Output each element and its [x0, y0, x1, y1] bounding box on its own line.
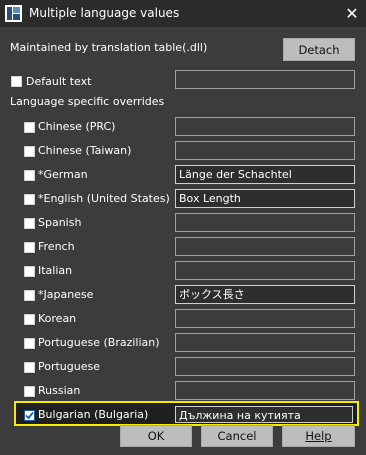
overrides-heading: Language specific overrides	[10, 95, 165, 108]
language-checkbox[interactable]	[24, 290, 35, 301]
language-value-field[interactable]	[175, 237, 355, 256]
language-label: *English (United States)	[38, 192, 170, 205]
language-label: Russian	[38, 384, 81, 397]
cancel-button[interactable]: Cancel	[201, 425, 273, 447]
language-label: Korean	[38, 312, 77, 325]
language-value-field[interactable]: Box Length	[175, 189, 355, 208]
language-value-field[interactable]: ボックス長さ	[175, 285, 355, 304]
language-value-field[interactable]	[175, 141, 355, 160]
language-checkbox[interactable]	[24, 386, 35, 397]
help-button[interactable]: Help	[282, 425, 355, 447]
language-checkbox[interactable]	[24, 266, 35, 277]
maintained-label: Maintained by translation table(.dll)	[10, 41, 208, 54]
language-value-field[interactable]: Дължина на кутията	[175, 406, 353, 423]
language-value-field[interactable]	[175, 213, 355, 232]
language-checkbox[interactable]	[24, 146, 35, 157]
language-label: *German	[38, 168, 88, 181]
language-value-field[interactable]	[175, 333, 355, 352]
language-label: Italian	[38, 264, 73, 277]
language-label: Chinese (PRC)	[38, 120, 116, 133]
language-checkbox[interactable]	[24, 218, 35, 229]
language-label: Chinese (Taiwan)	[38, 144, 132, 157]
language-label: Bulgarian (Bulgaria)	[38, 408, 149, 421]
language-value-field[interactable]	[175, 357, 355, 376]
language-checkbox[interactable]	[24, 170, 35, 181]
title-bar: Multiple language values ✕	[0, 0, 366, 27]
dialog-content: Maintained by translation table(.dll) De…	[0, 27, 366, 455]
default-text-field[interactable]	[175, 70, 355, 89]
language-label: Portuguese (Brazilian)	[38, 336, 160, 349]
default-text-checkbox[interactable]	[11, 76, 22, 87]
language-label: Spanish	[38, 216, 82, 229]
app-logo-icon	[5, 5, 22, 22]
language-value-field[interactable]	[175, 117, 355, 136]
close-icon[interactable]: ✕	[338, 0, 366, 27]
language-checkbox[interactable]	[24, 362, 35, 373]
detach-button[interactable]: Detach	[283, 38, 355, 61]
default-text-label: Default text	[26, 75, 92, 88]
language-value-field[interactable]: Länge der Schachtel	[175, 165, 355, 184]
language-label: Portuguese	[38, 360, 100, 373]
language-label: French	[38, 240, 75, 253]
language-checkbox[interactable]	[24, 242, 35, 253]
language-value-field[interactable]	[175, 381, 355, 400]
language-value-field[interactable]	[175, 261, 355, 280]
language-checkbox[interactable]	[24, 338, 35, 349]
language-label: *Japanese	[38, 288, 94, 301]
ok-button[interactable]: OK	[120, 425, 192, 447]
language-checkbox[interactable]	[24, 122, 35, 133]
language-value-field[interactable]	[175, 309, 355, 328]
window-title: Multiple language values	[29, 6, 180, 20]
language-checkbox[interactable]	[24, 194, 35, 205]
language-checkbox[interactable]	[24, 314, 35, 325]
language-checkbox[interactable]	[24, 410, 35, 421]
